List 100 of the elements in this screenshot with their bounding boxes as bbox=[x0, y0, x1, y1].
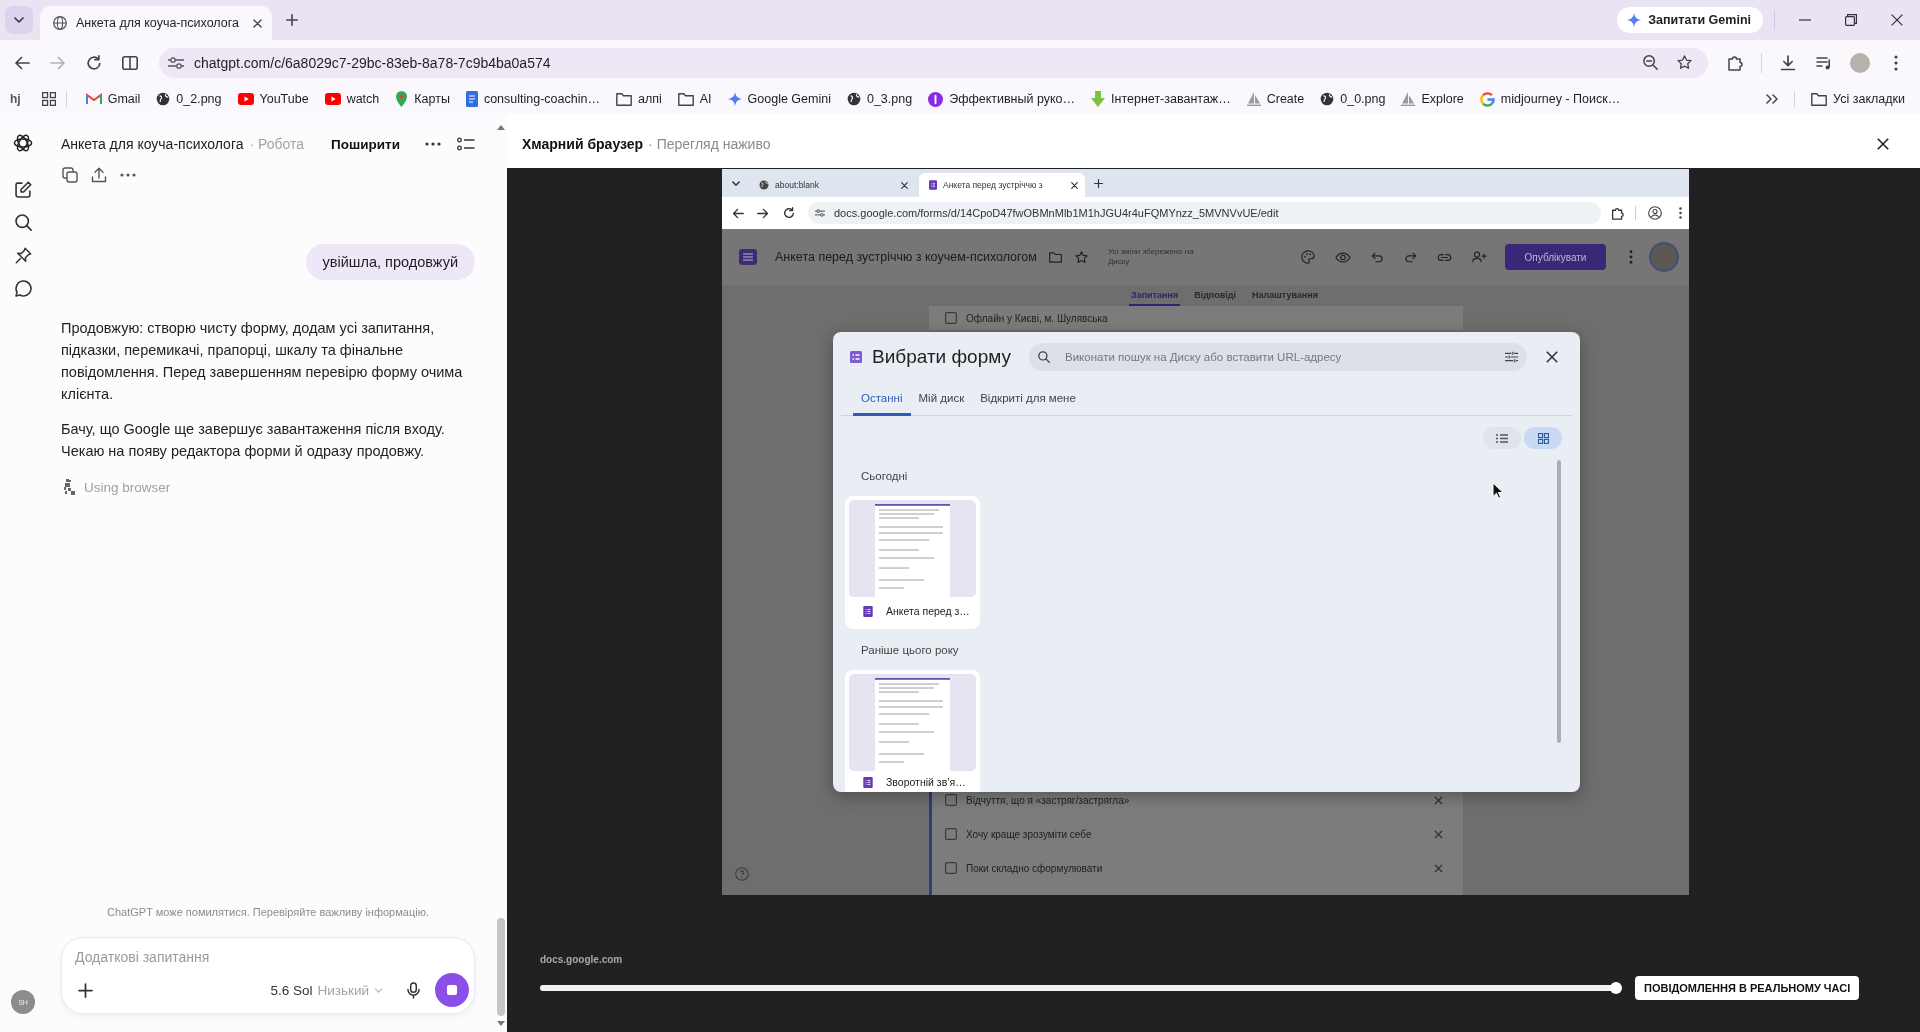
dialog-tab[interactable]: Відкриті для мене bbox=[972, 382, 1084, 416]
apps-grid-icon[interactable] bbox=[41, 92, 56, 106]
tune-icon[interactable] bbox=[168, 56, 184, 69]
logo-icon[interactable] bbox=[13, 133, 33, 153]
close-icon[interactable] bbox=[1071, 181, 1078, 189]
search-field[interactable]: Виконати пошук на Диску або вставити URL-адресу bbox=[1029, 343, 1527, 371]
dialog-tab[interactable]: Останні bbox=[853, 382, 911, 416]
option-label[interactable]: Відчуття, що я «застряг/застрягла» bbox=[966, 794, 1425, 806]
bookmark[interactable]: consulting-coachin… bbox=[459, 87, 606, 111]
chat-bubble-icon[interactable] bbox=[14, 280, 32, 297]
bookmark[interactable]: 0_2.png bbox=[150, 87, 228, 111]
playlist-icon[interactable] bbox=[1816, 55, 1832, 70]
more-horizontal-icon[interactable] bbox=[120, 173, 136, 177]
progress-track[interactable] bbox=[540, 982, 1622, 994]
remove-icon[interactable] bbox=[1434, 795, 1443, 805]
close-icon[interactable] bbox=[1546, 351, 1558, 363]
form-logo-icon[interactable] bbox=[739, 249, 757, 265]
star-icon[interactable] bbox=[1074, 250, 1088, 264]
puzzle-icon[interactable] bbox=[1611, 206, 1624, 220]
reload-icon[interactable] bbox=[783, 207, 795, 219]
scroll-down-arrow-icon[interactable] bbox=[497, 1021, 505, 1026]
bookmark[interactable]: AI bbox=[671, 87, 718, 111]
live-messages-button[interactable]: ПОВІДОМЛЕННЯ В РЕАЛЬНОМУ ЧАСІ bbox=[1635, 976, 1860, 1000]
link-icon[interactable] bbox=[1437, 252, 1452, 262]
plus-icon[interactable] bbox=[286, 14, 298, 26]
close-icon[interactable] bbox=[1877, 138, 1889, 150]
bookmark[interactable]: Gmail bbox=[79, 87, 147, 111]
back-arrow-icon[interactable] bbox=[14, 55, 30, 70]
scrollbar-thumb[interactable] bbox=[1557, 460, 1561, 743]
bookmark[interactable]: Google Gemini bbox=[721, 87, 837, 111]
browser-tab[interactable]: about:blank bbox=[749, 173, 915, 197]
download-icon[interactable] bbox=[1780, 54, 1796, 71]
bookmark[interactable]: Эффективный руко… bbox=[922, 87, 1082, 111]
upload-icon[interactable] bbox=[91, 167, 107, 183]
bookmark[interactable]: midjourney - Поиск… bbox=[1473, 87, 1627, 111]
double-chevron-icon[interactable] bbox=[1766, 94, 1779, 104]
browser-tab[interactable]: Анкета перед зустріччю з bbox=[919, 173, 1085, 197]
more-vertical-icon[interactable] bbox=[1679, 207, 1682, 219]
dialog-tab[interactable]: Мій диск bbox=[910, 382, 973, 416]
close-icon[interactable] bbox=[901, 181, 908, 189]
form-title[interactable]: Анкета перед зустріччю з коучем-психологом bbox=[775, 250, 1037, 264]
bookmark[interactable]: YouTube bbox=[231, 87, 315, 111]
stop-button[interactable] bbox=[435, 973, 469, 1007]
bookmark[interactable]: 0_3.png bbox=[840, 87, 919, 111]
pin-icon[interactable] bbox=[14, 247, 32, 264]
more-horizontal-icon[interactable] bbox=[425, 142, 441, 146]
bookmark[interactable]: watch bbox=[318, 87, 386, 111]
publish-button[interactable]: Опублікувати bbox=[1505, 244, 1606, 270]
copy-icon[interactable] bbox=[62, 167, 78, 183]
view-toggle-button[interactable] bbox=[1483, 427, 1521, 449]
scrollbar-thumb[interactable] bbox=[497, 918, 505, 1016]
scroll-up-arrow-icon[interactable] bbox=[497, 125, 505, 130]
bookmark[interactable]: Explore bbox=[1395, 87, 1470, 111]
search-icon[interactable] bbox=[14, 214, 32, 231]
tab-search-button[interactable] bbox=[5, 6, 33, 34]
restore-icon[interactable] bbox=[1845, 14, 1857, 26]
file-card[interactable]: Зворотній зв’я… bbox=[845, 670, 980, 792]
browser-tab[interactable]: Анкета для коуча-психолога bbox=[40, 6, 272, 40]
redo-icon[interactable] bbox=[1404, 251, 1417, 263]
chevron-down-icon[interactable] bbox=[732, 180, 740, 186]
bookmark[interactable]: 0_0.png bbox=[1314, 87, 1392, 111]
back-arrow-icon[interactable] bbox=[732, 207, 744, 219]
plus-icon[interactable] bbox=[1094, 178, 1103, 188]
model-picker[interactable]: 5.6 Sol Низький bbox=[270, 982, 383, 998]
microphone-icon[interactable] bbox=[407, 981, 420, 999]
file-card[interactable]: Анкета перед з… bbox=[845, 496, 980, 629]
add-person-icon[interactable] bbox=[1472, 251, 1487, 263]
bookmark[interactable]: Create bbox=[1240, 87, 1311, 111]
bookmark[interactable]: Інтернет-завантаж… bbox=[1085, 87, 1237, 111]
undo-icon[interactable] bbox=[1371, 251, 1384, 263]
more-vertical-icon[interactable] bbox=[1894, 54, 1898, 71]
slider-thumb[interactable] bbox=[1610, 982, 1622, 994]
ask-gemini-button[interactable]: Запитати Gemini bbox=[1617, 7, 1763, 33]
checklist-icon[interactable] bbox=[457, 137, 475, 151]
bookmark-shortcut[interactable]: hj bbox=[10, 92, 21, 106]
zoom-out-icon[interactable] bbox=[1643, 55, 1658, 70]
filter-icon[interactable] bbox=[1505, 351, 1518, 363]
puzzle-icon[interactable] bbox=[1727, 54, 1743, 71]
address-bar[interactable]: chatgpt.com/c/6a8029c7-29bc-83eb-8a78-7c9b4ba0a574 bbox=[159, 47, 1708, 78]
reload-icon[interactable] bbox=[86, 54, 102, 71]
remove-icon[interactable] bbox=[1434, 863, 1443, 873]
view-toggle-button[interactable] bbox=[1524, 427, 1562, 449]
remove-icon[interactable] bbox=[1434, 829, 1443, 839]
profile-icon[interactable] bbox=[1648, 206, 1662, 220]
plus-icon[interactable] bbox=[77, 982, 93, 998]
address-bar[interactable]: docs.google.com/forms/d/14CpoD47fwOBMnMlb1M1hJGU4r4uFQMYnzz_5MVNVvUE/edit bbox=[808, 202, 1601, 224]
bookmark[interactable]: Карты bbox=[389, 87, 456, 111]
option-label[interactable]: Хочу краще зрозуміти себе bbox=[966, 828, 1425, 840]
all-bookmarks-folder[interactable]: Усі закладки bbox=[1805, 87, 1911, 111]
palette-icon[interactable] bbox=[1301, 250, 1315, 264]
option-label[interactable]: Офлайн у Києві, м. Шулявська bbox=[966, 312, 1108, 324]
forward-arrow-icon[interactable] bbox=[757, 207, 769, 219]
folder-icon[interactable] bbox=[1048, 251, 1062, 263]
share-button[interactable]: Поширити bbox=[323, 132, 408, 156]
bookmark[interactable]: алпі bbox=[609, 87, 668, 111]
tune-icon[interactable] bbox=[815, 209, 825, 217]
compose-icon[interactable] bbox=[14, 181, 32, 198]
star-icon[interactable] bbox=[1677, 55, 1692, 70]
close-icon[interactable] bbox=[1891, 14, 1903, 26]
close-icon[interactable] bbox=[253, 18, 262, 28]
